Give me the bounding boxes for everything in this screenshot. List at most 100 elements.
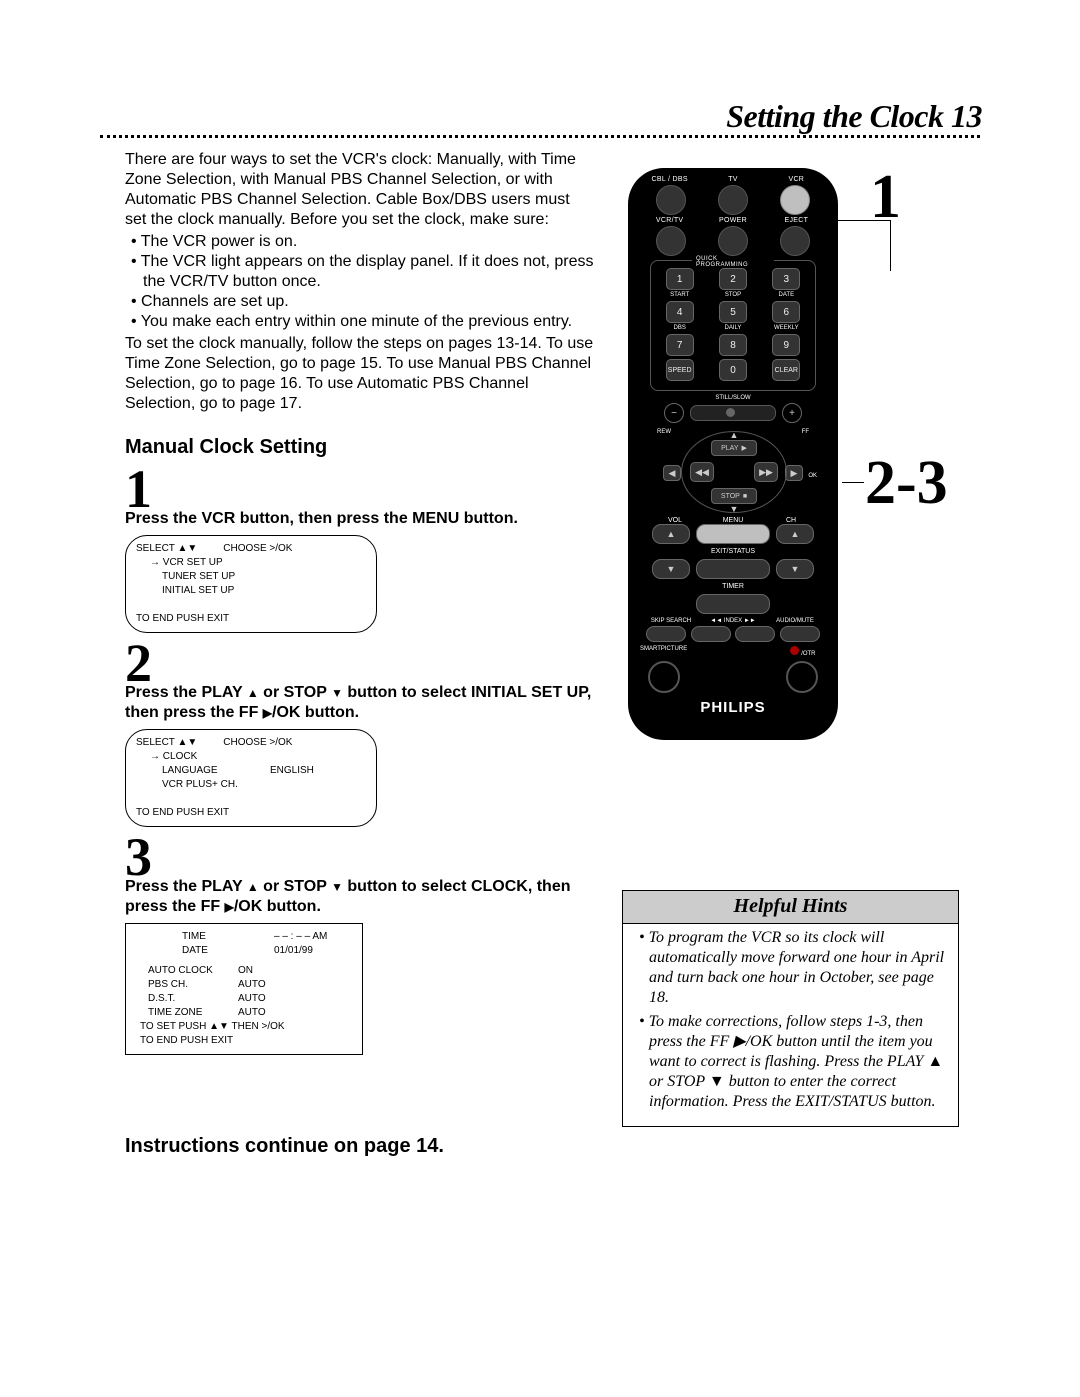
power-button[interactable] bbox=[718, 226, 748, 256]
smartpicture-label: SMARTPICTURE bbox=[640, 646, 687, 657]
osd-choose-label: CHOOSE >/OK bbox=[223, 736, 292, 750]
stop-button[interactable]: STOP■ bbox=[711, 488, 757, 504]
vol-up-button[interactable]: ▲ bbox=[652, 524, 690, 544]
remote-label: TV bbox=[701, 176, 764, 183]
osd-item: VCR PLUS+ CH. bbox=[136, 778, 270, 792]
helpful-hints-title: Helpful Hints bbox=[623, 891, 958, 924]
key-3[interactable]: 3 bbox=[772, 268, 800, 290]
key-2[interactable]: 2 bbox=[719, 268, 747, 290]
skip-search-button[interactable] bbox=[646, 626, 686, 642]
triangle-down-icon bbox=[331, 684, 343, 701]
index-label: ◄◄ INDEX ►► bbox=[702, 618, 764, 624]
osd-item: CLOCK bbox=[136, 750, 258, 764]
osd-value: AUTO bbox=[238, 978, 266, 992]
nav-down-icon: ▼ bbox=[730, 504, 739, 514]
left-column: There are four ways to set the VCR's clo… bbox=[125, 150, 595, 1061]
menu-button[interactable] bbox=[696, 524, 770, 544]
right-column: 1 2-3 CBL / DBS TV VCR VCR/TV POWER bbox=[610, 150, 970, 750]
osd-value: ON bbox=[238, 964, 253, 978]
index-fwd-button[interactable] bbox=[735, 626, 775, 642]
divider-dotted bbox=[100, 135, 980, 138]
intro-bullet: The VCR power is on. bbox=[125, 232, 595, 252]
cbl-dbs-button[interactable] bbox=[656, 185, 686, 215]
key-0[interactable]: 0 bbox=[719, 359, 747, 381]
smartpicture-button[interactable] bbox=[648, 661, 680, 693]
vcr-button[interactable] bbox=[780, 185, 810, 215]
triangle-right-icon bbox=[263, 704, 272, 721]
left-arrow-button[interactable]: ◀ bbox=[663, 465, 681, 481]
key-9[interactable]: 9 bbox=[772, 334, 800, 356]
still-slow-label: STILL/SLOW bbox=[636, 395, 830, 401]
audio-mute-button[interactable] bbox=[780, 626, 820, 642]
rec-otr-button[interactable] bbox=[786, 661, 818, 693]
still-slow-slider[interactable]: − + bbox=[664, 403, 802, 423]
intro-paragraph-2: To set the clock manually, follow the st… bbox=[125, 334, 595, 414]
osd-item: LANGUAGE bbox=[136, 764, 270, 778]
step-1-text: Press the VCR button, then press the MEN… bbox=[125, 509, 595, 529]
hint-item: To make corrections, follow steps 1-3, t… bbox=[637, 1012, 948, 1112]
intro-block: There are four ways to set the VCR's clo… bbox=[125, 150, 595, 414]
remote-label: EJECT bbox=[765, 217, 828, 224]
callout-line bbox=[842, 482, 864, 483]
index-back-button[interactable] bbox=[691, 626, 731, 642]
eject-button[interactable] bbox=[780, 226, 810, 256]
continue-text: Instructions continue on page 14. bbox=[125, 1135, 444, 1158]
timer-button[interactable] bbox=[696, 594, 770, 614]
osd-value: AUTO bbox=[238, 992, 266, 1006]
vol-down-button[interactable]: ▼ bbox=[652, 559, 690, 579]
osd-choose-label: CHOOSE >/OK bbox=[223, 542, 292, 556]
plus-icon[interactable]: + bbox=[782, 403, 802, 423]
osd-key: D.S.T. bbox=[134, 992, 238, 1006]
osd-key: PBS CH. bbox=[134, 978, 238, 992]
key-clear[interactable]: CLEAR bbox=[772, 359, 800, 381]
nav-up-icon: ▲ bbox=[730, 430, 739, 440]
minus-icon[interactable]: − bbox=[664, 403, 684, 423]
ff-button[interactable]: ▶▶ bbox=[754, 462, 778, 482]
rec-otr-label: /OTR bbox=[780, 646, 826, 657]
keypad-title: QUICK PROGRAMMING bbox=[692, 256, 774, 268]
ch-label: CH bbox=[762, 517, 820, 524]
key-4[interactable]: 4 bbox=[666, 301, 694, 323]
remote-label: POWER bbox=[701, 217, 764, 224]
osd-footer: TO END PUSH EXIT bbox=[134, 1034, 354, 1048]
tv-button[interactable] bbox=[718, 185, 748, 215]
key-8[interactable]: 8 bbox=[719, 334, 747, 356]
osd-key: AUTO CLOCK bbox=[134, 964, 238, 978]
intro-bullet: The VCR light appears on the display pan… bbox=[125, 252, 595, 292]
page-title: Setting the Clock 13 bbox=[130, 98, 982, 135]
remote-label: VCR bbox=[765, 176, 828, 183]
intro-paragraph-1: There are four ways to set the VCR's clo… bbox=[125, 150, 595, 230]
keypad: QUICK PROGRAMMING 1 2 3 STARTSTOPDATE 4 … bbox=[650, 260, 816, 391]
ch-up-button[interactable]: ▲ bbox=[776, 524, 814, 544]
key-1[interactable]: 1 bbox=[666, 268, 694, 290]
exit-status-button[interactable] bbox=[696, 559, 770, 579]
vcr-tv-button[interactable] bbox=[656, 226, 686, 256]
osd-value: AUTO bbox=[238, 1006, 266, 1020]
step-number-2: 2 bbox=[125, 639, 595, 687]
brand-logo: PHILIPS bbox=[636, 699, 830, 716]
rew-label: REW bbox=[657, 429, 671, 435]
rewind-button[interactable]: ◀◀ bbox=[690, 462, 714, 482]
key-6[interactable]: 6 bbox=[772, 301, 800, 323]
ch-down-button[interactable]: ▼ bbox=[776, 559, 814, 579]
ff-label: FF bbox=[802, 429, 809, 435]
step-2-text: Press the PLAY or STOP button to select … bbox=[125, 683, 595, 723]
triangle-right-icon bbox=[225, 898, 234, 915]
step-number-1: 1 bbox=[125, 465, 595, 513]
right-arrow-button[interactable]: ▶ bbox=[785, 465, 803, 481]
osd-menu-2: SELECT ▲▼ CHOOSE >/OK CLOCK LANGUAGEENGL… bbox=[125, 729, 377, 827]
key-5[interactable]: 5 bbox=[719, 301, 747, 323]
key-speed[interactable]: SPEED bbox=[666, 359, 694, 381]
play-button[interactable]: PLAY▶ bbox=[711, 440, 757, 456]
osd-footer: TO SET PUSH ▲▼ THEN >/OK bbox=[134, 1020, 354, 1034]
step-3-text: Press the PLAY or STOP button to select … bbox=[125, 877, 595, 917]
osd-footer: TO END PUSH EXIT bbox=[136, 612, 366, 626]
key-7[interactable]: 7 bbox=[666, 334, 694, 356]
osd-key: DATE bbox=[134, 944, 274, 958]
helpful-hints-box: Helpful Hints To program the VCR so its … bbox=[622, 890, 959, 1127]
audio-mute-label: AUDIO/MUTE bbox=[764, 618, 826, 624]
triangle-up-icon bbox=[247, 878, 259, 895]
section-title: Manual Clock Setting bbox=[125, 436, 595, 459]
hint-item: To program the VCR so its clock will aut… bbox=[637, 928, 948, 1008]
record-icon bbox=[790, 646, 799, 655]
